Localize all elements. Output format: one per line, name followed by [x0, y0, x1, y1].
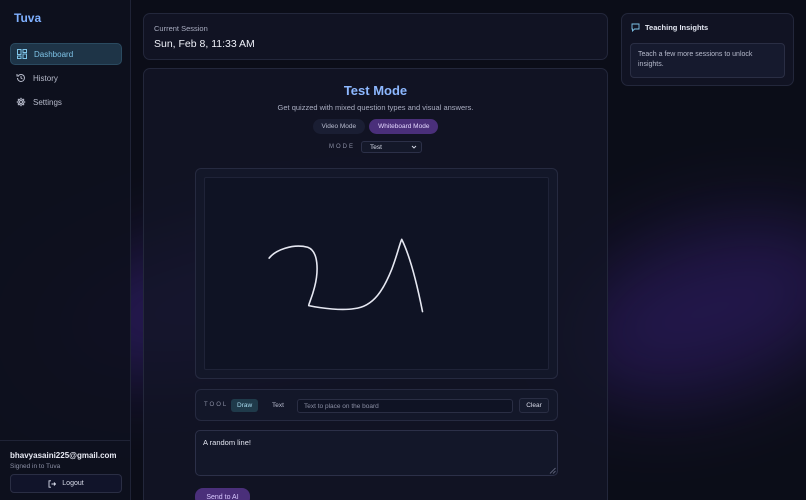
- chevron-down-icon: [411, 145, 417, 149]
- logout-button[interactable]: Logout: [10, 474, 122, 493]
- resize-grip-icon[interactable]: [549, 467, 556, 474]
- session-label: Current Session: [154, 24, 208, 33]
- sidebar-nav: Dashboard History Settings: [10, 43, 122, 115]
- mode-select-value: Test: [370, 143, 382, 151]
- gear-icon: [16, 97, 26, 107]
- answer-textarea[interactable]: A random line!: [195, 430, 558, 476]
- sidebar-item-dashboard[interactable]: Dashboard: [10, 43, 122, 65]
- session-datetime: Sun, Feb 8, 11:33 AM: [154, 38, 255, 50]
- chat-bubble-icon: [631, 23, 640, 32]
- mode-tabs: Video Mode Whiteboard Mode: [144, 119, 607, 134]
- teaching-insights-card: Teaching Insights Teach a few more sessi…: [621, 13, 794, 86]
- user-status: Signed in to Tuva: [10, 463, 61, 470]
- sidebar-item-history[interactable]: History: [10, 67, 122, 89]
- draw-tool-button[interactable]: Draw: [231, 399, 259, 412]
- mode-selector-row: MODE Test: [144, 141, 607, 153]
- logout-icon: [48, 479, 57, 488]
- tool-bar: TOOL Draw Text Clear: [195, 389, 558, 421]
- page-subtitle: Get quizzed with mixed question types an…: [277, 103, 474, 112]
- tool-label: TOOL: [204, 402, 229, 408]
- drawn-stroke: [268, 238, 424, 313]
- whiteboard-container: [195, 168, 558, 379]
- test-mode-panel: Test Mode Get quizzed with mixed questio…: [143, 68, 608, 500]
- mode-label: MODE: [329, 144, 355, 150]
- send-to-ai-button[interactable]: Send to AI: [195, 488, 250, 500]
- tab-video-mode[interactable]: Video Mode: [312, 119, 366, 134]
- current-session-card: Current Session Sun, Feb 8, 11:33 AM: [143, 13, 608, 60]
- insights-message: Teach a few more sessions to unlock insi…: [630, 43, 785, 78]
- clear-button[interactable]: Clear: [519, 398, 549, 413]
- sidebar: Tuva Dashboard History Settings bhavyasa…: [0, 0, 131, 500]
- mode-select[interactable]: Test: [361, 141, 422, 153]
- sidebar-item-label: Settings: [33, 97, 62, 107]
- whiteboard-drawing: [268, 238, 424, 313]
- history-icon: [16, 73, 26, 83]
- insights-title: Teaching Insights: [645, 23, 709, 32]
- logout-label: Logout: [62, 480, 84, 487]
- dashboard-icon: [17, 49, 27, 59]
- user-email: bhavyasaini225@gmail.com: [10, 451, 117, 460]
- text-tool-button[interactable]: Text: [266, 399, 290, 412]
- page-title: Test Mode: [343, 83, 408, 98]
- sidebar-item-label: History: [33, 73, 58, 83]
- board-text-input[interactable]: [297, 399, 513, 413]
- sidebar-item-label: Dashboard: [34, 49, 74, 59]
- whiteboard-canvas[interactable]: [204, 177, 549, 370]
- tab-whiteboard-mode[interactable]: Whiteboard Mode: [369, 119, 439, 134]
- sidebar-item-settings[interactable]: Settings: [10, 91, 122, 113]
- insights-header: Teaching Insights: [631, 23, 708, 32]
- brand-logo[interactable]: Tuva: [14, 11, 41, 25]
